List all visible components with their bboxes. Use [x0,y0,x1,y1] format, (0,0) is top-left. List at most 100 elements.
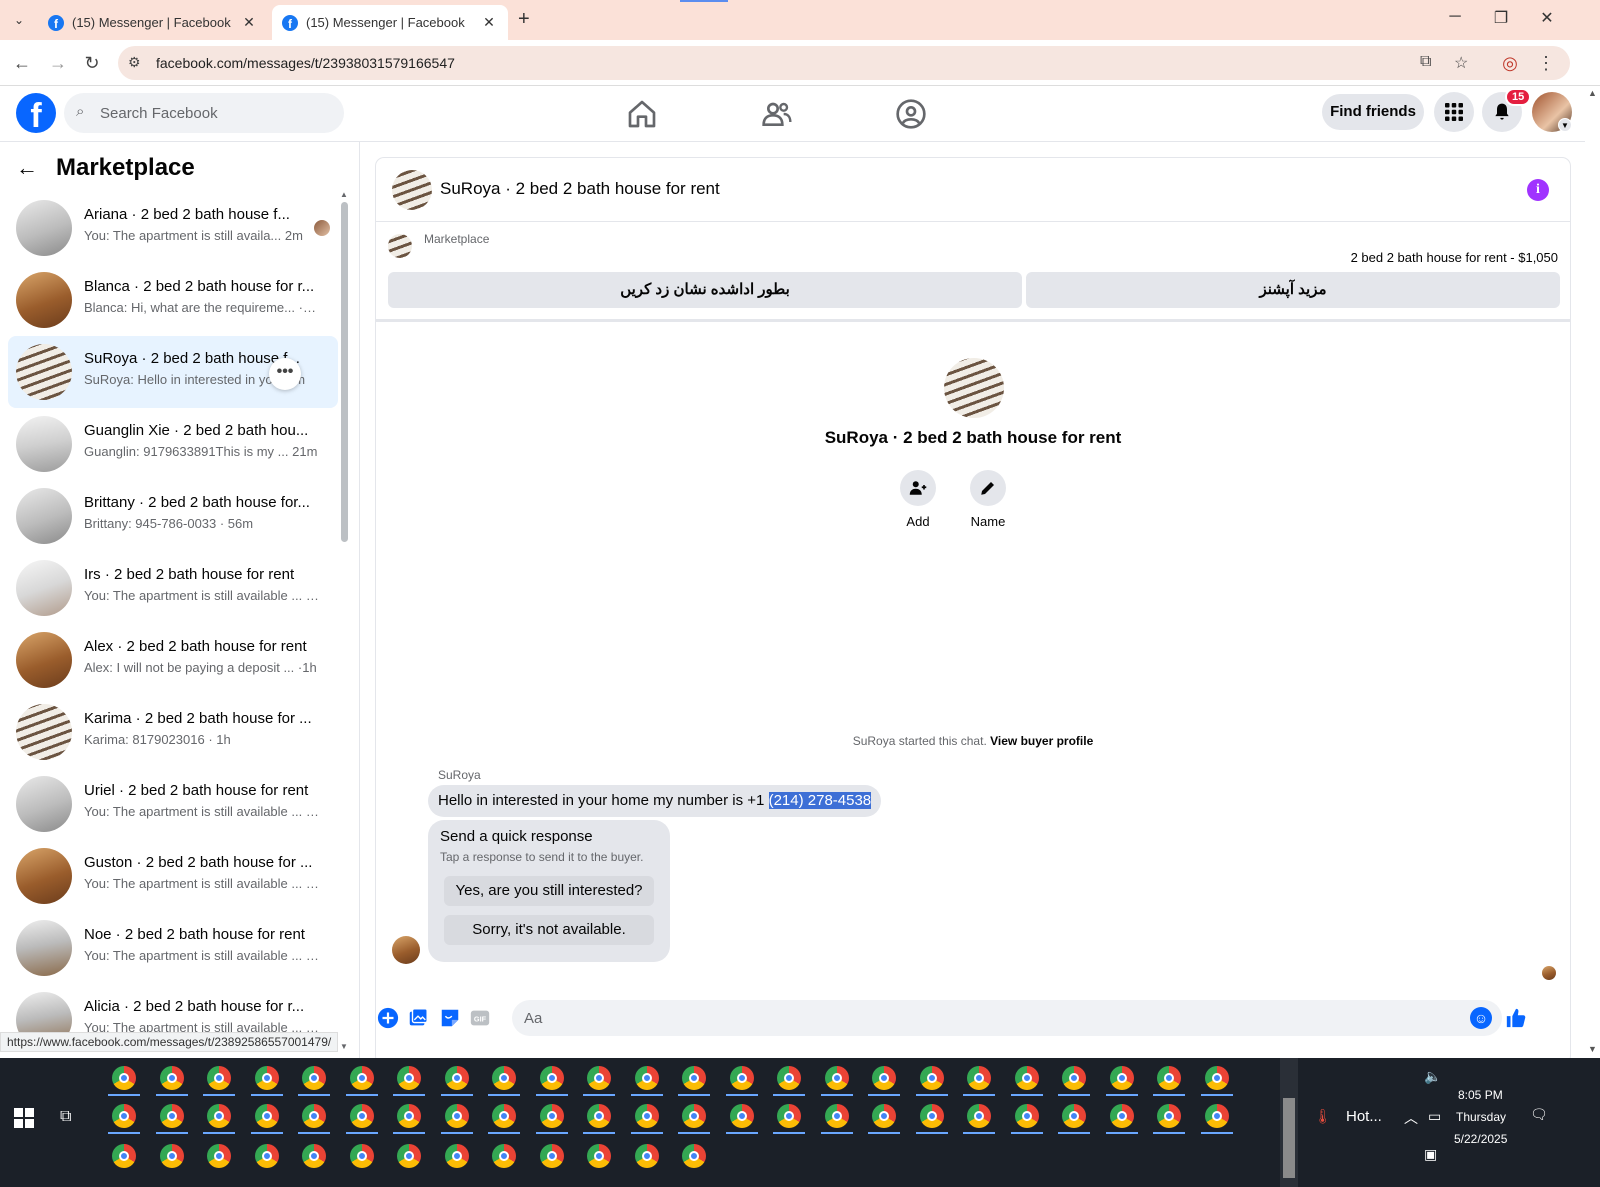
emoji-icon[interactable]: ☺ [1470,1007,1492,1029]
more-options-button[interactable]: مزید آپشنز [1026,272,1560,308]
pencil-icon[interactable] [970,470,1006,506]
scroll-up-icon[interactable]: ▲ [1588,88,1597,98]
bookmark-star-icon[interactable]: ☆ [1454,53,1468,73]
clock-date[interactable]: 5/22/2025 [1454,1132,1507,1146]
chat-title[interactable]: SuRoya · 2 bed 2 bath house for rent [440,179,720,199]
install-app-icon[interactable]: ⧉ [1420,53,1431,71]
back-arrow-icon[interactable]: ← [16,155,40,181]
reload-icon[interactable]: ↻ [80,51,104,75]
name-chat-button[interactable]: Name [958,470,1018,529]
groups-icon[interactable] [895,98,927,130]
conversation-item[interactable]: Brittany · 2 bed 2 bath house for... Brit… [8,480,338,552]
page-scrollbar[interactable]: ▲ ▼ [1585,86,1600,1058]
taskbar-chrome-app[interactable] [1005,1060,1049,1096]
sender-avatar[interactable] [392,936,420,964]
taskbar-chrome-app[interactable] [245,1098,289,1134]
clock-time[interactable]: 8:05 PM [1458,1088,1503,1102]
like-thumb-icon[interactable] [1504,1006,1528,1030]
friends-icon[interactable] [761,98,793,130]
taskbar-chrome-app[interactable] [957,1098,1001,1134]
taskbar-chrome-app[interactable] [245,1060,289,1096]
back-arrow-icon[interactable]: ← [10,51,34,75]
taskbar-chrome-app[interactable] [340,1098,384,1134]
sticker-icon[interactable] [438,1006,462,1030]
home-icon[interactable] [626,98,658,130]
scroll-down-icon[interactable]: ▼ [1588,1044,1597,1054]
taskbar-chrome-app[interactable] [862,1098,906,1134]
taskbar-chrome-app[interactable] [577,1138,621,1174]
chevron-down-icon[interactable]: ▼ [1558,118,1572,132]
gif-icon[interactable]: GIF [468,1006,492,1030]
find-friends-button[interactable]: Find friends [1322,94,1424,130]
conversation-item[interactable]: Karima · 2 bed 2 bath house for ... Karim… [8,696,338,768]
taskbar-chrome-app[interactable] [1052,1060,1096,1096]
more-options-icon[interactable]: ••• [269,358,301,390]
taskbar-chrome-app[interactable] [292,1098,336,1134]
browser-tab-1[interactable]: f (15) Messenger | Facebook ✕ [38,5,268,40]
info-icon[interactable]: i [1527,179,1549,201]
taskbar-chrome-app[interactable] [387,1098,431,1134]
taskbar-chrome-app[interactable] [530,1060,574,1096]
taskbar-chrome-app[interactable] [625,1098,669,1134]
taskbar-chrome-app[interactable] [672,1138,716,1174]
conversation-item[interactable]: Alex · 2 bed 2 bath house for rent Alex: … [8,624,338,696]
incoming-message[interactable]: Hello in interested in your home my numb… [428,785,882,817]
chevron-up-icon[interactable]: ︿ [1404,1108,1418,1128]
listing-title-price[interactable]: 2 bed 2 bath house for rent - $1,050 [1351,250,1558,265]
message-input[interactable] [524,1000,1454,1036]
taskbar-chrome-app[interactable] [435,1138,479,1174]
taskbar-chrome-app[interactable] [387,1138,431,1174]
minimize-window-icon[interactable]: ─ [1440,8,1470,26]
task-view-icon[interactable]: ⧉ [60,1108,71,1126]
taskbar-chrome-app[interactable] [530,1138,574,1174]
taskbar-chrome-app[interactable] [197,1098,241,1134]
conversation-item[interactable]: Uriel · 2 bed 2 bath house for rent You: … [8,768,338,840]
taskbar-chrome-app[interactable] [340,1138,384,1174]
search-box[interactable]: ⌕ [64,93,344,133]
browser-menu-icon[interactable]: ⋮ [1534,51,1558,75]
taskbar-chrome-app[interactable] [292,1138,336,1174]
notification-center-icon[interactable]: 🗨 [1530,1106,1548,1123]
volume-icon[interactable]: 🔈 [1424,1068,1441,1085]
taskbar-scroll-thumb[interactable] [1283,1098,1295,1178]
taskbar-chrome-app[interactable] [150,1138,194,1174]
taskbar-chrome-app[interactable] [1195,1098,1239,1134]
taskbar-chrome-app[interactable] [435,1098,479,1134]
taskbar-chrome-app[interactable] [672,1060,716,1096]
profile-icon[interactable]: ◎ [1498,51,1522,75]
taskbar-chrome-app[interactable] [102,1138,146,1174]
conversation-item[interactable]: SuRoya · 2 bed 2 bath house f... SuRoya: … [8,336,338,408]
add-people-button[interactable]: Add [888,470,948,529]
message-input-box[interactable]: ☺ [512,1000,1502,1036]
add-person-icon[interactable] [900,470,936,506]
taskbar-chrome-app[interactable] [767,1060,811,1096]
close-tab-icon[interactable]: ✕ [480,14,498,31]
taskbar-chrome-app[interactable] [1100,1060,1144,1096]
photo-attach-icon[interactable] [406,1006,430,1030]
meet-icon[interactable]: ▭ [1428,1108,1441,1125]
taskbar-chrome-app[interactable] [815,1098,859,1134]
menu-grid-icon[interactable] [1434,92,1474,132]
taskbar-chrome-app[interactable] [482,1060,526,1096]
browser-tab-2-active[interactable]: f (15) Messenger | Facebook ✕ [272,5,508,40]
taskbar-chrome-app[interactable] [815,1060,859,1096]
taskbar-chrome-app[interactable] [197,1138,241,1174]
conversation-item[interactable]: Blanca · 2 bed 2 bath house for r... Blan… [8,264,338,336]
taskbar-chrome-app[interactable] [577,1060,621,1096]
network-icon[interactable]: ▣ [1424,1146,1437,1163]
conversation-item[interactable]: Guston · 2 bed 2 bath house for ... You: … [8,840,338,912]
conversation-item[interactable]: Noe · 2 bed 2 bath house for rent You: Th… [8,912,338,984]
taskbar-chrome-app[interactable] [1005,1098,1049,1134]
restore-window-icon[interactable]: ❐ [1486,8,1516,28]
new-tab-icon[interactable]: + [518,8,530,31]
taskbar-chrome-app[interactable] [577,1098,621,1134]
url-text[interactable]: facebook.com/messages/t/2393803157916654… [156,55,455,71]
taskbar-chrome-app[interactable] [1195,1060,1239,1096]
taskbar-chrome-app[interactable] [482,1138,526,1174]
listing-thumbnail[interactable] [388,234,412,258]
sidebar-scrollbar[interactable]: ▲ ▼ [340,190,348,1052]
view-buyer-profile-link[interactable]: View buyer profile [990,734,1093,748]
taskbar-chrome-app[interactable] [150,1098,194,1134]
site-settings-icon[interactable]: ⚙ [128,54,141,71]
windows-start-icon[interactable] [14,1108,34,1128]
